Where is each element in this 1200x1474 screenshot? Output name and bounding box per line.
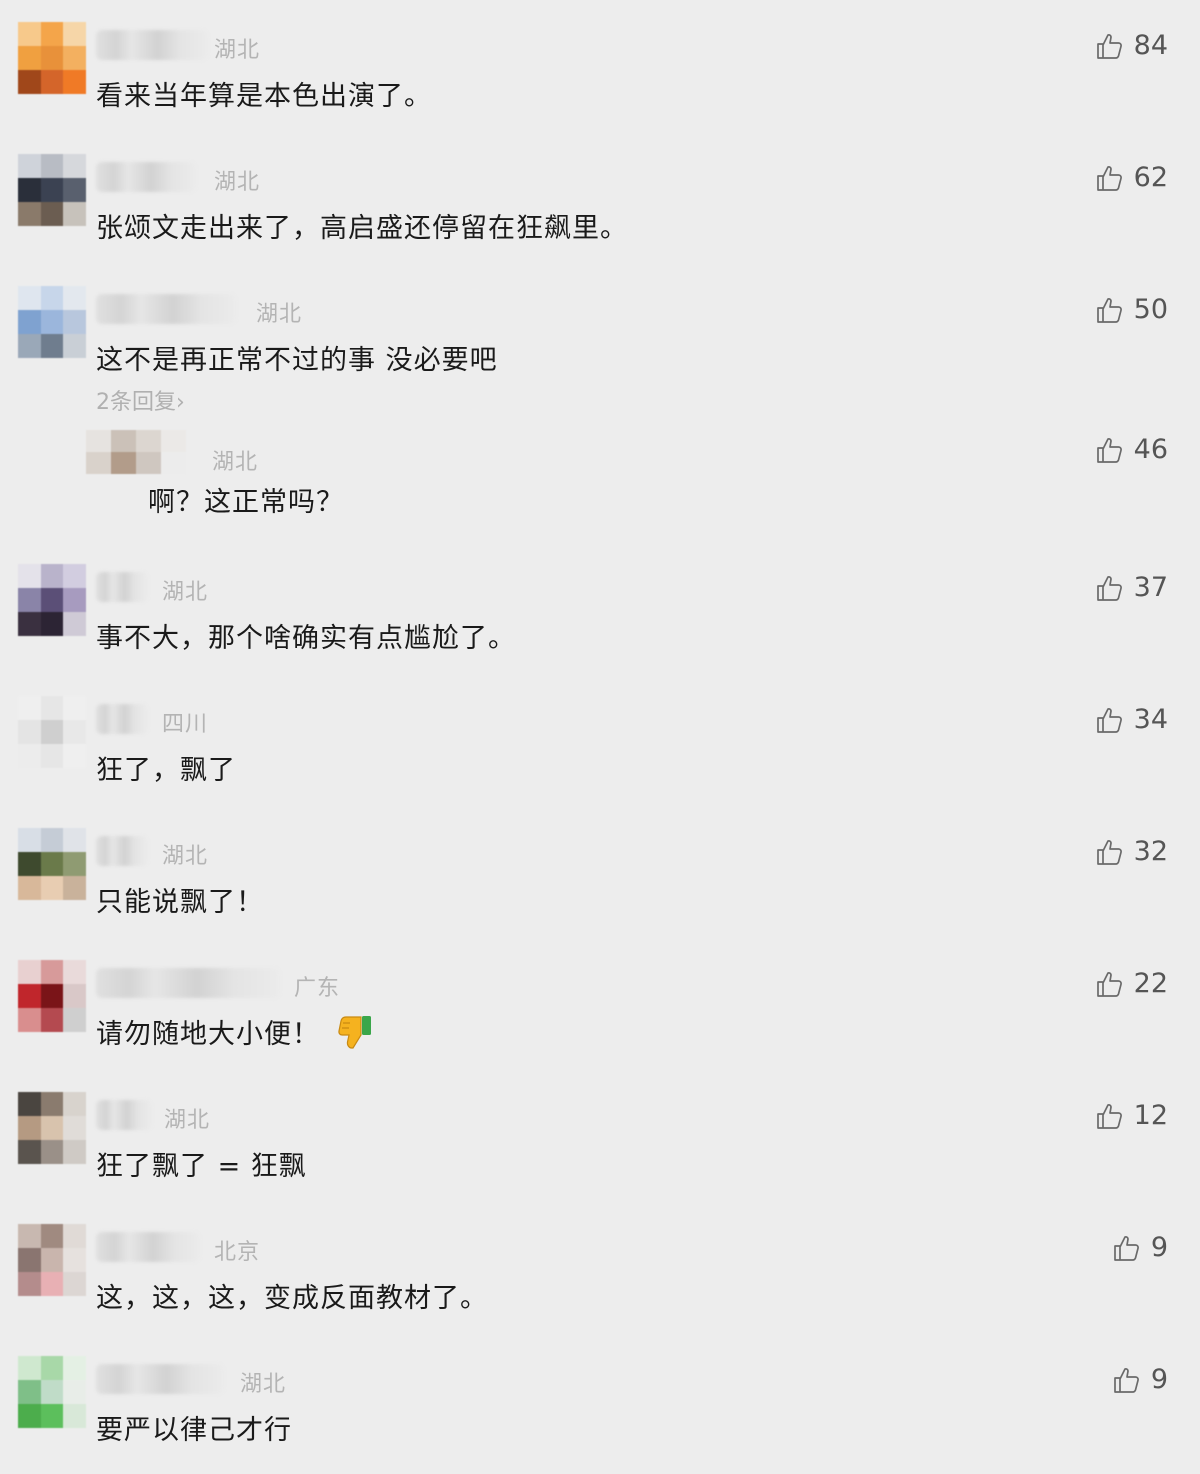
avatar[interactable] [18, 286, 86, 358]
comment-text: 只能说飘了！ [96, 887, 264, 918]
comment-item: 湖北 事不大，那个啥确实有点尴尬了。 37 [0, 550, 1200, 682]
location-label: 四川 [162, 712, 209, 737]
username-blurred[interactable] [96, 836, 148, 866]
like-count: 12 [1133, 1100, 1168, 1131]
comment-item: 湖北 这不是再正常不过的事 没必要吧 2条回复› 50 [0, 272, 1200, 420]
location-label: 湖北 [256, 302, 303, 327]
comment-text: 这，这，这，变成反面教材了。 [96, 1283, 488, 1314]
view-replies-link[interactable]: 2条回复› [96, 384, 185, 416]
username-blurred[interactable] [96, 294, 236, 324]
like-count: 84 [1133, 30, 1168, 61]
like-count: 22 [1133, 968, 1168, 999]
avatar[interactable] [18, 960, 86, 1032]
location-label: 湖北 [212, 450, 259, 475]
thumbs-up-icon [1094, 31, 1124, 61]
comment-item: 湖北 看来当年算是本色出演了。 84 [0, 8, 1200, 140]
comment-item: 湖北 要严以律己才行 9 [0, 1342, 1200, 1474]
username-blurred[interactable] [96, 1100, 152, 1130]
avatar[interactable] [18, 564, 86, 636]
username-blurred[interactable] [96, 1232, 200, 1262]
comment-text: 这不是再正常不过的事 没必要吧 [96, 345, 498, 376]
like-button[interactable]: 62 [1094, 162, 1168, 193]
thumbs-up-icon [1094, 705, 1124, 735]
avatar[interactable] [18, 154, 86, 226]
username-blurred[interactable] [96, 30, 208, 60]
avatar[interactable] [18, 828, 86, 900]
like-count: 32 [1133, 836, 1168, 867]
like-count: 37 [1133, 572, 1168, 603]
avatar[interactable] [18, 22, 86, 94]
avatar[interactable] [18, 1092, 86, 1164]
thumbs-up-icon [1094, 435, 1124, 465]
comment-text: 啊？这正常吗？ [148, 487, 344, 518]
username-blurred[interactable] [96, 162, 196, 192]
like-button[interactable]: 46 [1094, 434, 1168, 465]
comment-text: 要严以律己才行 [96, 1415, 292, 1446]
reply-item: 湖北 啊？这正常吗？ 46 [0, 420, 1200, 540]
comment-text-content: 请勿随地大小便！ [96, 1019, 320, 1050]
thumbs-up-icon [1094, 573, 1124, 603]
like-button[interactable]: 32 [1094, 836, 1168, 867]
avatar[interactable] [86, 430, 186, 474]
thumbs-up-icon [1094, 163, 1124, 193]
location-label: 广东 [294, 976, 341, 1001]
like-button[interactable]: 22 [1094, 968, 1168, 999]
comment-feed: 湖北 看来当年算是本色出演了。 84 湖北 张颂文走出来了，高启盛还停留在狂飙里… [0, 0, 1200, 1454]
comment-item: 湖北 狂了飘了 = 狂飘 12 [0, 1078, 1200, 1210]
username-blurred[interactable] [96, 968, 280, 998]
location-label: 湖北 [164, 1108, 211, 1133]
location-label: 湖北 [214, 170, 261, 195]
location-label: 湖北 [240, 1372, 287, 1397]
comment-text: 狂了飘了 = 狂飘 [96, 1151, 307, 1182]
comment-text: 看来当年算是本色出演了。 [96, 81, 432, 112]
like-button[interactable]: 9 [1111, 1232, 1168, 1263]
comment-item: 广东 请勿随地大小便！ 22 [0, 946, 1200, 1078]
like-count: 9 [1150, 1232, 1168, 1263]
like-button[interactable]: 34 [1094, 704, 1168, 735]
like-button[interactable]: 12 [1094, 1100, 1168, 1131]
like-count: 34 [1133, 704, 1168, 735]
comment-text: 事不大，那个啥确实有点尴尬了。 [96, 623, 516, 654]
like-button[interactable]: 9 [1111, 1364, 1168, 1395]
comment-item: 湖北 只能说飘了！ 32 [0, 814, 1200, 946]
location-label: 湖北 [214, 38, 261, 63]
like-button[interactable]: 50 [1094, 294, 1168, 325]
thumbs-up-icon [1111, 1233, 1141, 1263]
comment-text: 请勿随地大小便！ [96, 1012, 374, 1058]
comment-text: 张颂文走出来了，高启盛还停留在狂飙里。 [96, 213, 628, 244]
like-count: 9 [1150, 1364, 1168, 1395]
location-label: 北京 [214, 1240, 261, 1265]
like-button[interactable]: 84 [1094, 30, 1168, 61]
comment-text: 狂了，飘了 [96, 755, 236, 786]
like-count: 46 [1133, 434, 1168, 465]
thumbs-up-icon [1094, 1101, 1124, 1131]
comment-item: 四川 狂了，飘了 34 [0, 682, 1200, 814]
thumbs-down-emoji [336, 1013, 374, 1058]
thumbs-up-icon [1111, 1365, 1141, 1395]
username-blurred[interactable] [96, 572, 148, 602]
like-count: 62 [1133, 162, 1168, 193]
username-blurred[interactable] [96, 1364, 224, 1394]
avatar[interactable] [18, 1356, 86, 1428]
location-label: 湖北 [162, 844, 209, 869]
location-label: 湖北 [162, 580, 209, 605]
username-blurred[interactable] [96, 704, 148, 734]
thumbs-up-icon [1094, 837, 1124, 867]
like-count: 50 [1133, 294, 1168, 325]
thumbs-up-icon [1094, 295, 1124, 325]
avatar[interactable] [18, 696, 86, 768]
comment-item: 湖北 张颂文走出来了，高启盛还停留在狂飙里。 62 [0, 140, 1200, 272]
comment-item: 北京 这，这，这，变成反面教材了。 9 [0, 1210, 1200, 1342]
like-button[interactable]: 37 [1094, 572, 1168, 603]
thumbs-up-icon [1094, 969, 1124, 999]
avatar[interactable] [18, 1224, 86, 1296]
